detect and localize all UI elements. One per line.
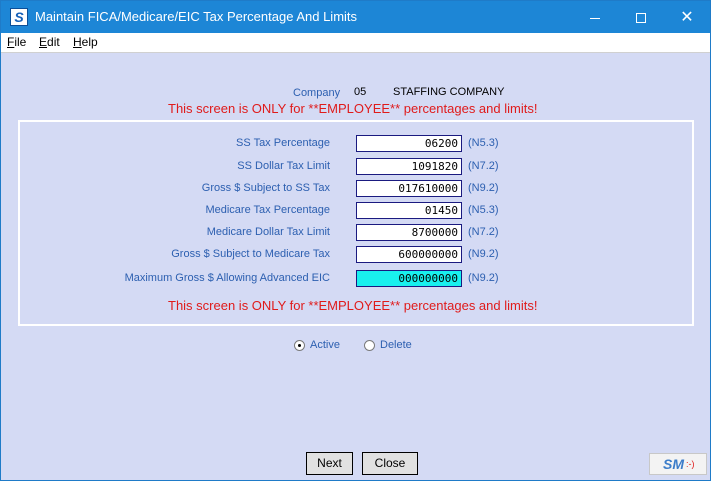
gross-subject-ss-label: Gross $ Subject to SS Tax <box>201 182 330 194</box>
gross-subject-medicare-label: Gross $ Subject to Medicare Tax <box>171 248 330 260</box>
radio-selected-dot <box>298 344 301 347</box>
gross-subject-medicare-format: (N9.2) <box>468 248 499 260</box>
ss-dollar-tax-limit-format: (N7.2) <box>468 160 499 172</box>
menu-edit-mnemonic: E <box>39 35 48 49</box>
close-button[interactable]: Close <box>362 452 418 475</box>
title-bar: S Maintain FICA/Medicare/EIC Tax Percent… <box>1 1 710 33</box>
max-gross-advanced-eic-label: Maximum Gross $ Allowing Advanced EIC <box>124 272 330 284</box>
sm-logo[interactable]: SM :-) <box>649 453 707 475</box>
menu-help[interactable]: Help <box>73 35 98 49</box>
menu-bar: File Edit Help <box>1 33 710 53</box>
medicare-dollar-tax-limit-input[interactable]: 8700000 <box>356 224 462 241</box>
medicare-dollar-tax-limit-format: (N7.2) <box>468 226 499 238</box>
minimize-icon <box>590 17 600 19</box>
gross-subject-medicare-input[interactable]: 600000000 <box>356 246 462 263</box>
medicare-dollar-tax-limit-label: Medicare Dollar Tax Limit <box>206 226 330 238</box>
employee-warning-bottom: This screen is ONLY for **EMPLOYEE** per… <box>168 298 538 313</box>
menu-file[interactable]: File <box>7 35 26 49</box>
menu-file-label: ile <box>14 35 27 49</box>
ss-tax-percentage-input[interactable]: 06200 <box>356 135 462 152</box>
company-code: 05 <box>354 86 367 98</box>
menu-edit[interactable]: Edit <box>39 35 60 49</box>
ss-tax-percentage-label: SS Tax Percentage <box>236 137 330 149</box>
window-title: Maintain FICA/Medicare/EIC Tax Percentag… <box>35 9 358 24</box>
sm-logo-text: SM <box>663 456 684 472</box>
menu-edit-label: dit <box>47 35 60 49</box>
close-icon: ✕ <box>680 9 694 26</box>
gross-subject-ss-input[interactable]: 017610000 <box>356 180 462 197</box>
delete-radio-circle <box>364 340 375 351</box>
active-radio-circle <box>294 340 305 351</box>
maximize-icon <box>636 13 646 24</box>
delete-radio-label: Delete <box>380 339 412 351</box>
company-label: Company <box>293 87 341 99</box>
main-window: S Maintain FICA/Medicare/EIC Tax Percent… <box>0 0 711 481</box>
ss-tax-percentage-format: (N5.3) <box>468 137 499 149</box>
company-name: STAFFING COMPANY <box>393 86 505 98</box>
menu-help-mnemonic: H <box>73 35 82 49</box>
ss-dollar-tax-limit-label: SS Dollar Tax Limit <box>237 160 330 172</box>
active-radio-label: Active <box>310 339 340 351</box>
employee-warning-top: This screen is ONLY for **EMPLOYEE** per… <box>168 101 538 116</box>
medicare-tax-percentage-input[interactable]: 01450 <box>356 202 462 219</box>
app-icon: S <box>10 8 28 26</box>
ss-dollar-tax-limit-input[interactable]: 1091820 <box>356 158 462 175</box>
max-gross-advanced-eic-input[interactable]: 000000000 <box>356 270 462 287</box>
maximize-button[interactable] <box>618 1 664 33</box>
medicare-tax-percentage-label: Medicare Tax Percentage <box>205 204 330 216</box>
close-window-button[interactable]: ✕ <box>664 1 710 33</box>
menu-help-label: elp <box>81 35 98 49</box>
medicare-tax-percentage-format: (N5.3) <box>468 204 499 216</box>
minimize-button[interactable] <box>572 1 618 33</box>
smiley-icon: :-) <box>686 459 695 469</box>
next-button[interactable]: Next <box>306 452 353 475</box>
max-gross-advanced-eic-format: (N9.2) <box>468 272 499 284</box>
gross-subject-ss-format: (N9.2) <box>468 182 499 194</box>
